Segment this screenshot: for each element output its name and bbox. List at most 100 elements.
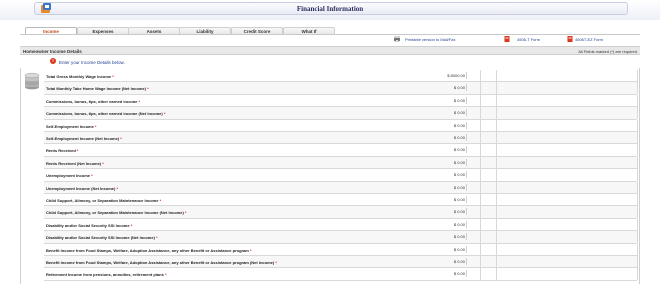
required-asterisk: * [94,123,97,129]
form-links: Printable version to Mail/Fax 4506-T For… [20,36,640,44]
required-asterisk: * [102,160,104,166]
table-row: Total Gross Monthly Wage Income * $ 8000.… [44,70,638,83]
form-4506t-link[interactable]: 4506-T Form [517,37,540,42]
column-divider [637,119,638,132]
required-asterisk: * [116,185,119,191]
income-field-label: Commissions, bonus, tips, other earned i… [46,99,140,104]
column-divider [637,156,638,169]
column-divider [496,243,497,256]
column-divider [637,268,638,281]
table-row: Unemployment Income * $ 0.00 [44,169,638,182]
column-divider [637,231,638,244]
income-field-label: Child Support, Alimony, or Separation Ma… [46,198,161,203]
column-divider [637,206,638,219]
table-row: Rents Received (Net Income) * $ 0.00 [44,156,638,170]
printer-icon[interactable] [394,36,400,42]
table-row: Unemployment Income (Net Income) * $ 0.00 [44,181,638,194]
column-divider [496,132,497,144]
column-divider [496,194,497,206]
income-field-label-text: Unemployment Income (Net Income) [46,185,116,191]
income-field-label-text: Commissions, bonus, tips, other earned i… [46,98,138,104]
income-field-label-text: Total Monthly Take Home Wage Income (Net… [46,86,146,92]
income-amount-field[interactable]: $ 0.00 [406,134,467,141]
income-field-label-text: Commissions, bonus, tips, other earned i… [46,111,163,117]
required-asterisk: * [147,86,149,92]
income-amount-field[interactable]: $ 0.00 [406,220,467,228]
column-divider [480,194,481,206]
income-field-label: Total Monthly Take Home Wage Income (Net… [46,86,149,91]
income-field-label: Unemployment Income * [46,173,93,178]
income-field-label: Total Gross Monthly Wage Income * [46,74,114,79]
income-amount-field[interactable]: $ 0.00 [406,196,467,203]
income-field-label: Self-Employment Income * [46,124,96,129]
column-divider [480,132,481,144]
column-divider [480,218,481,231]
table-row: Total Monthly Take Home Wage Income (Net… [44,82,638,95]
table-row: Child Support, Alimony, or Separation Ma… [44,206,638,219]
table-row: Disability and/or Social Security SSI In… [44,218,638,232]
column-divider [480,169,481,182]
table-row: Disability and/or Social Security SSI In… [44,231,638,244]
column-divider [637,94,638,107]
income-amount-field[interactable]: $ 0.00 [406,270,467,278]
section-header: Homeowner Income Details All Fields mark… [20,46,640,55]
income-field-label: Disability and/or Social Security SSI In… [46,235,158,240]
column-divider [496,169,497,182]
column-divider [637,218,638,231]
column-divider [480,119,481,132]
column-divider [480,107,481,120]
table-row: Benefit Income from Food Stamps, Welfare… [44,256,638,269]
table-row: Rents Received * $ 0.00 [44,144,638,157]
income-amount-field[interactable]: $ 0.00 [406,121,467,129]
column-divider [480,70,481,82]
income-field-label: Benefit Income from Food Stamps, Welfare… [46,248,252,253]
column-divider [496,82,497,95]
table-row: Self-Employment Income (Net Income) * $ 0… [44,132,638,145]
income-amount-field[interactable]: $ 0.00 [406,183,467,191]
column-divider [496,181,497,194]
income-amount-field[interactable]: $ 0.00 [406,245,467,253]
income-amount-field[interactable]: $ 0.00 [406,84,467,92]
income-amount-field[interactable]: $ 0.00 [406,233,467,241]
pdf-icon[interactable] [504,36,510,42]
required-asterisk: * [163,111,166,117]
pdf-icon[interactable] [567,36,573,42]
required-asterisk: * [120,136,122,141]
section-title: Homeowner Income Details [23,49,82,54]
income-amount-field[interactable]: $ 0.00 [406,171,467,179]
income-field-label-text: Benefit Income from Food Stamps, Welfare… [46,260,275,265]
column-divider [496,70,497,82]
income-amount-field[interactable]: $ 8000.00 [406,72,467,79]
table-row: Child Support, Alimony, or Separation Ma… [44,194,638,207]
column-divider [480,256,481,268]
column-divider [637,70,638,82]
required-asterisk: * [249,247,252,253]
income-amount-field[interactable]: $ 0.00 [406,96,467,104]
column-divider [480,156,481,169]
required-asterisk: * [275,260,277,265]
column-divider [637,169,638,182]
income-field-label-text: Retirement Income from pensions, annuiti… [46,272,164,278]
required-asterisk: * [138,98,141,104]
required-asterisk: * [130,222,133,228]
income-field-label: Retirement Income from pensions, annuiti… [46,272,167,277]
income-amount-field[interactable]: $ 0.00 [406,208,467,216]
income-amount-field[interactable]: $ 0.00 [406,258,467,265]
income-field-label-text: Child Support, Alimony, or Separation Ma… [46,210,184,216]
column-divider [496,144,497,157]
income-field-label-text: Rents Received [46,148,76,154]
required-asterisk: * [91,173,93,179]
income-amount-field[interactable]: $ 0.00 [406,158,467,166]
column-divider [496,268,497,281]
income-amount-field[interactable]: $ 0.00 [406,109,467,117]
income-field-label: Rents Received (Net Income) * [46,161,104,166]
printable-version-link[interactable]: Printable version to Mail/Fax [405,37,455,42]
column-divider [480,243,481,256]
column-divider [480,231,481,244]
income-amount-field[interactable]: $ 0.00 [406,146,467,154]
income-field-label: Child Support, Alimony, or Separation Ma… [46,210,186,215]
income-field-label-text: Unemployment Income [46,173,91,179]
income-field-label: Self-Employment Income (Net Income) * [46,136,122,141]
column-divider [480,94,481,107]
form-4506t-ez-link[interactable]: 4506T-EZ Form [575,37,603,42]
